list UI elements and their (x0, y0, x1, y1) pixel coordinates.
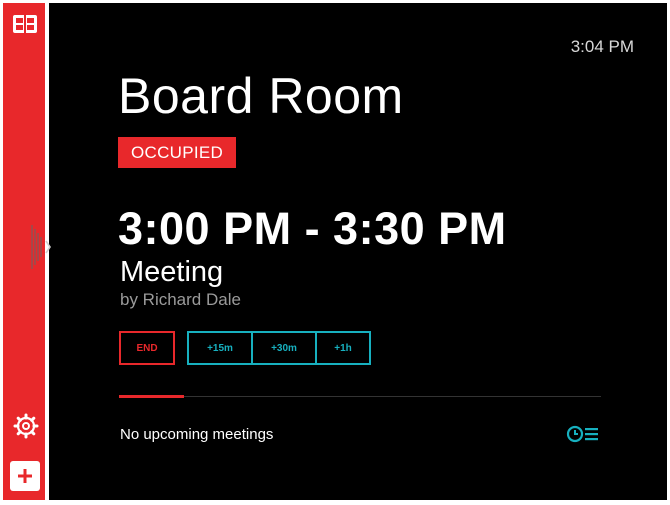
meeting-organizer: by Richard Dale (120, 290, 241, 309)
meeting-title: Meeting (120, 256, 224, 288)
progress-indicator (119, 395, 184, 398)
sidebar-handle-icon[interactable] (30, 221, 52, 273)
add-booking-button[interactable] (10, 461, 40, 491)
gear-icon[interactable] (13, 413, 39, 439)
extend-30m-button[interactable]: +30m (251, 333, 315, 363)
end-meeting-button[interactable]: END (119, 331, 175, 365)
extend-1h-button[interactable]: +1h (315, 333, 369, 363)
meeting-time-range: 3:00 PM - 3:30 PM (118, 203, 507, 254)
room-display: 3:04 PM Board Room OCCUPIED 3:00 PM - 3:… (3, 3, 667, 500)
extend-15m-button[interactable]: +15m (189, 333, 251, 363)
logo-icon (13, 15, 37, 33)
room-name: Board Room (118, 68, 404, 124)
plus-icon (18, 469, 32, 483)
upcoming-meetings-text: No upcoming meetings (120, 426, 274, 443)
schedule-list-icon[interactable] (566, 424, 600, 444)
status-badge: OCCUPIED (118, 137, 237, 168)
current-time: 3:04 PM (570, 37, 634, 56)
extend-buttons: +15m +30m +1h (187, 331, 371, 365)
divider (119, 396, 601, 397)
